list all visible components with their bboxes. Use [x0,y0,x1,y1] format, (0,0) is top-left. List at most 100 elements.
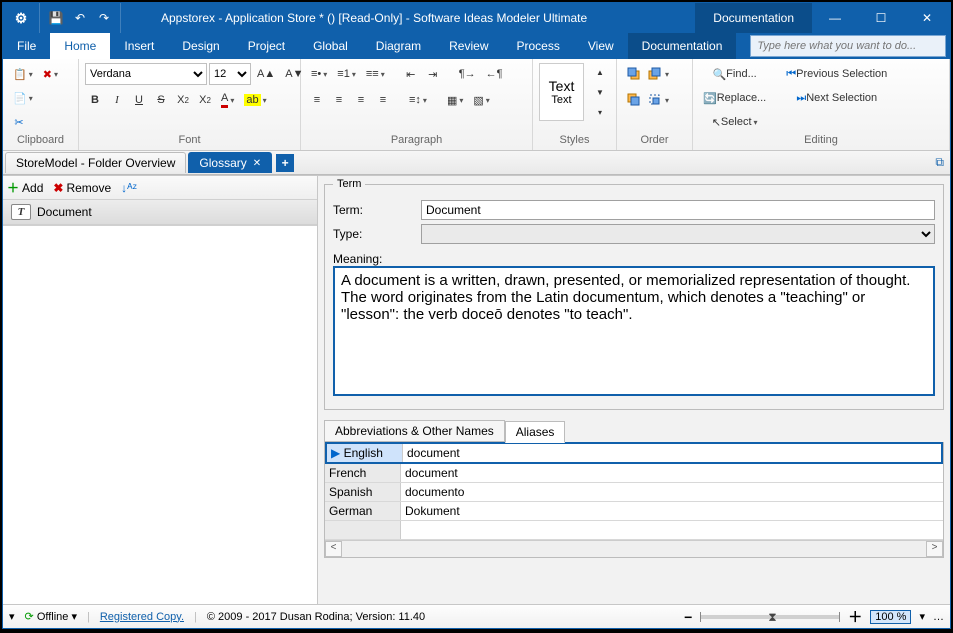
tab-view[interactable]: View [574,33,628,59]
send-to-back-button[interactable] [623,89,645,111]
shading-button[interactable]: ▧ [469,89,493,111]
multilevel-button[interactable]: ≡≡ [362,63,389,85]
tab-global[interactable]: Global [299,33,362,59]
group-order-label: Order [623,134,686,150]
scroll-left-button[interactable]: < [325,541,342,557]
term-input[interactable] [421,200,935,220]
type-label: Type: [333,227,415,241]
undo-icon[interactable]: ↶ [70,11,90,25]
tab-review[interactable]: Review [435,33,502,59]
tab-insert[interactable]: Insert [110,33,168,59]
zoom-in-button[interactable]: ＋ [848,607,862,627]
tab-project[interactable]: Project [234,33,299,59]
copy-button[interactable]: 📄 [9,87,37,109]
save-icon[interactable]: 💾 [46,11,66,25]
window-title: Appstorex - Application Store * () [Read… [121,11,695,25]
term-icon: T [11,204,31,220]
alias-row[interactable]: Spanishdocumento [325,483,943,502]
status-more-button[interactable]: … [933,611,944,623]
titlebar-documentation-button[interactable]: Documentation [695,3,812,33]
bullets-button[interactable]: ≡• [307,63,331,85]
tab-design[interactable]: Design [168,33,233,59]
font-color-button[interactable]: A [217,89,238,111]
style-up-button[interactable]: ▲ [590,63,610,81]
justify-button[interactable]: ≡ [373,89,393,111]
alias-row[interactable]: Frenchdocument [325,464,943,483]
previous-selection-button[interactable]: ⏮ Previous Selection [782,63,891,85]
zoom-slider[interactable]: ⧗ [700,615,840,619]
subscript-button[interactable]: X2 [173,89,193,111]
term-list-label: Document [37,205,92,219]
document-tab-storemodel[interactable]: StoreModel - Folder Overview [5,152,186,173]
search-input[interactable] [750,35,946,57]
rtl-button[interactable]: ←¶ [482,63,507,85]
alias-row[interactable]: ▶ English document [325,442,943,464]
find-button[interactable]: 🔍 Find... [699,63,770,85]
close-button[interactable]: ✕ [904,3,950,33]
offline-status[interactable]: ⟳ Offline ▾ [25,610,77,623]
zoom-value[interactable]: 100 % [870,610,911,624]
maximize-button[interactable]: ☐ [858,3,904,33]
select-button[interactable]: ↖ Select [699,111,770,133]
term-list-item[interactable]: T Document [3,200,317,225]
italic-button[interactable]: I [107,89,127,111]
add-tab-button[interactable]: + [276,154,294,172]
popout-icon[interactable]: ⧉ [935,155,944,170]
type-select[interactable] [421,224,935,244]
indent-button[interactable]: ⇥ [423,63,443,85]
cut-button[interactable]: ✖ [39,63,62,85]
scrollbar-track[interactable] [342,541,926,557]
tab-home[interactable]: Home [50,33,110,59]
status-dropdown[interactable]: ▾ [9,610,15,623]
add-term-button[interactable]: ＋Add [7,179,43,196]
zoom-dropdown[interactable]: ▾ [919,610,925,623]
highlight-button[interactable]: ab [240,89,270,111]
border-button[interactable]: ▦ [443,89,467,111]
group-styles-label: Styles [539,134,610,150]
style-down-button[interactable]: ▼ [590,83,610,101]
sort-button[interactable]: ↓ᴬᶻ [121,181,137,195]
zoom-out-button[interactable]: − [684,609,692,625]
alias-row-empty[interactable] [325,521,943,540]
subtab-aliases[interactable]: Aliases [505,421,566,443]
numbering-button[interactable]: ≡1 [333,63,360,85]
align-left-button[interactable]: ≡ [307,89,327,111]
registered-copy-link[interactable]: Registered Copy. [100,611,184,623]
remove-term-button[interactable]: ✖Remove [53,181,111,195]
underline-button[interactable]: U [129,89,149,111]
replace-button[interactable]: 🔄 Replace... [699,87,770,109]
bring-to-front-button[interactable] [623,63,645,85]
align-right-button[interactable]: ≡ [351,89,371,111]
zoom-thumb[interactable]: ⧗ [768,610,776,625]
scroll-right-button[interactable]: > [926,541,943,557]
strike-button[interactable]: S [151,89,171,111]
next-icon: ⏭ [796,92,806,105]
meaning-textarea[interactable]: A document is a written, drawn, presente… [333,266,935,396]
font-name-select[interactable]: Verdana [85,63,207,85]
superscript-button[interactable]: X2 [195,89,215,111]
tab-process[interactable]: Process [503,33,574,59]
style-expand-button[interactable]: ▾ [590,103,610,121]
tab-documentation[interactable]: Documentation [628,33,737,59]
font-size-select[interactable]: 12 [209,63,251,85]
minimize-button[interactable]: — [812,3,858,33]
document-tab-glossary[interactable]: Glossary✕ [188,152,272,173]
paste-button[interactable]: 📋 [9,63,37,85]
close-tab-icon[interactable]: ✕ [253,158,261,169]
outdent-button[interactable]: ⇤ [401,63,421,85]
redo-icon[interactable]: ↷ [94,11,114,25]
ltr-button[interactable]: ¶→ [455,63,480,85]
next-selection-button[interactable]: ⏭ Next Selection [782,87,891,109]
bring-forward-button[interactable] [647,63,669,85]
bold-button[interactable]: B [85,89,105,111]
send-backward-button[interactable] [647,89,669,111]
text-style-button[interactable]: Text Text [539,63,584,121]
align-center-button[interactable]: ≡ [329,89,349,111]
alias-row[interactable]: GermanDokument [325,502,943,521]
tab-diagram[interactable]: Diagram [362,33,435,59]
subtab-abbreviations[interactable]: Abbreviations & Other Names [324,420,505,442]
line-spacing-button[interactable]: ≡↕ [405,89,431,111]
grow-font-button[interactable]: A▲ [253,63,279,85]
tab-file[interactable]: File [3,33,50,59]
scissors-icon[interactable]: ✂ [9,111,29,133]
